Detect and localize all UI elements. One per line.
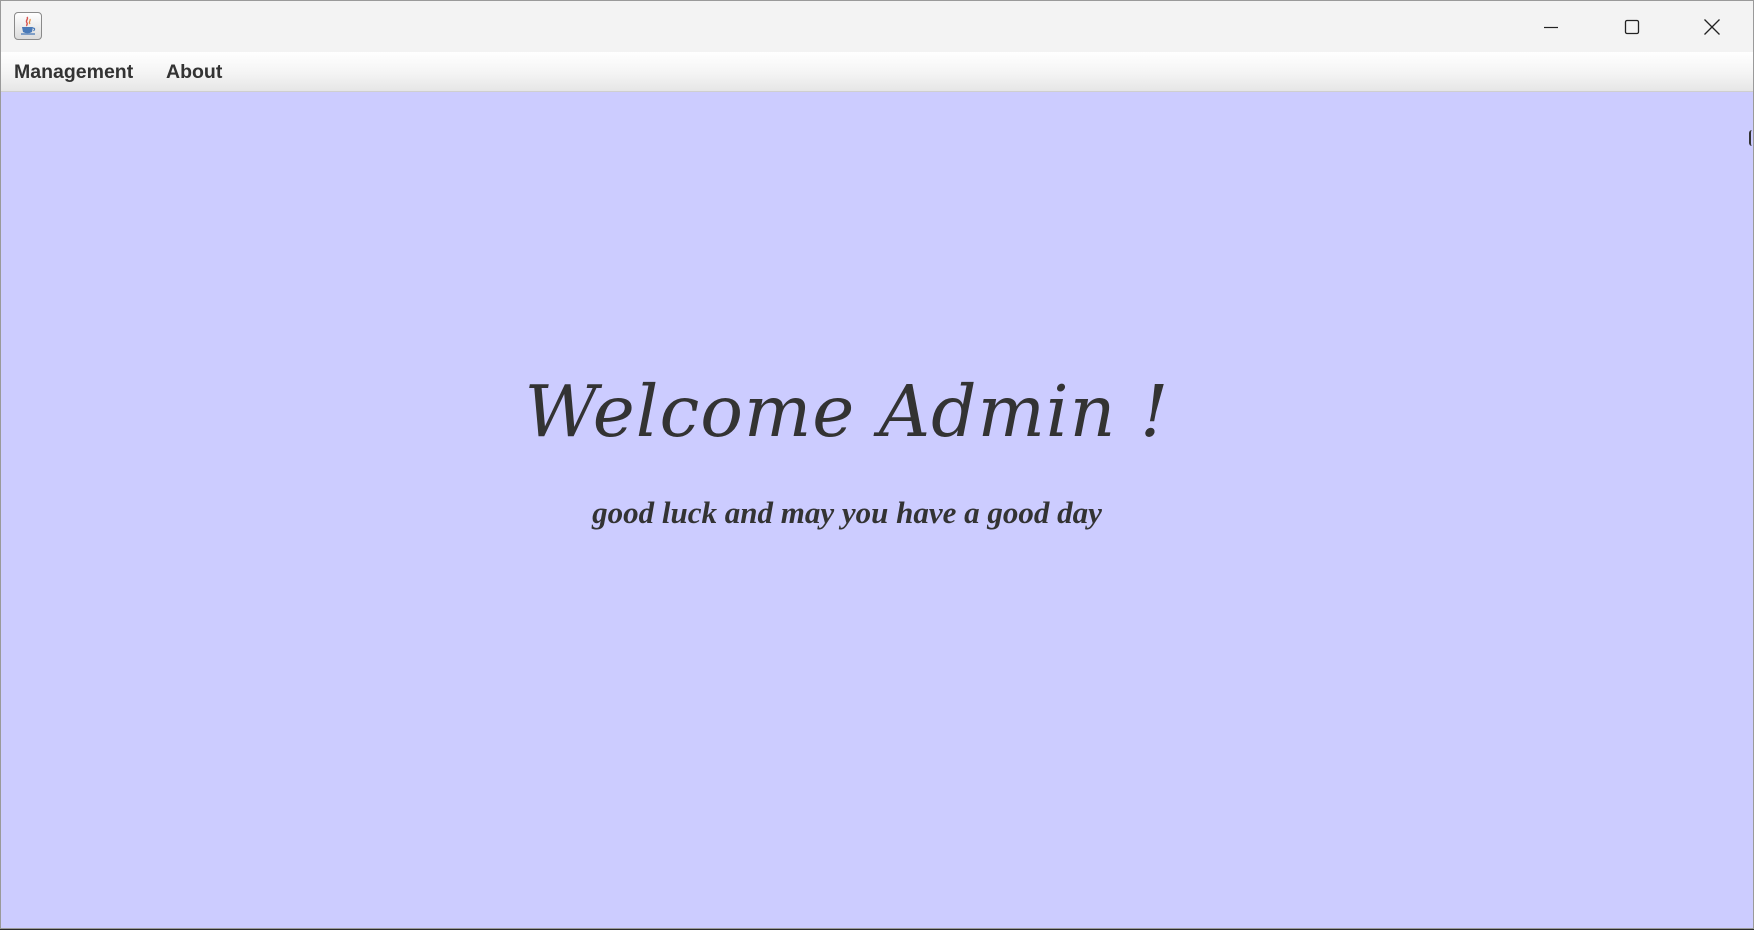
application-window: Management About Welcome Admin ! good lu…: [0, 0, 1754, 929]
java-cup-icon[interactable]: [14, 12, 42, 40]
welcome-subtitle: good luck and may you have a good day: [592, 495, 1102, 530]
maximize-button[interactable]: [1592, 1, 1672, 52]
menu-about[interactable]: About: [166, 52, 222, 91]
main-panel: Welcome Admin ! good luck and may you ha…: [1, 92, 1753, 928]
menu-management[interactable]: Management: [14, 52, 133, 91]
minimize-button[interactable]: [1511, 1, 1591, 52]
menu-bar: Management About: [1, 52, 1753, 92]
welcome-title: Welcome Admin !: [524, 370, 1170, 453]
title-bar[interactable]: [1, 1, 1753, 52]
close-icon: [1703, 18, 1721, 36]
minimize-icon: [1543, 19, 1559, 35]
edge-marker: [1749, 130, 1753, 146]
maximize-icon: [1624, 19, 1640, 35]
close-button[interactable]: [1672, 1, 1752, 52]
